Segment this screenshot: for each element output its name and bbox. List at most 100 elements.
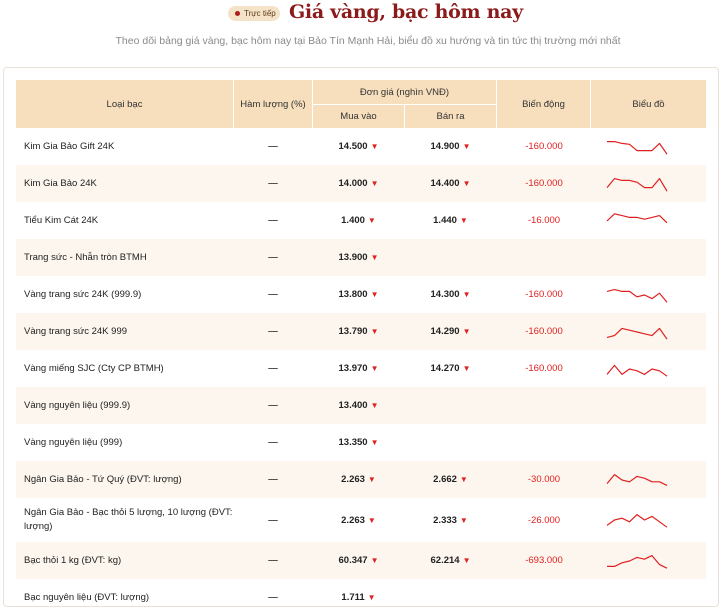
page-title: Giá vàng, bạc hôm nay <box>289 1 523 23</box>
cell-change: -30.000 <box>497 461 591 498</box>
live-label: Trực tiếp <box>244 9 276 18</box>
cell-change-text: -693.000 <box>525 555 563 566</box>
cell-sell-text: 62.214 <box>430 555 460 566</box>
cell-change: -160.000 <box>497 165 591 202</box>
cell-name-text: Vàng trang sức 24K 999 <box>24 325 128 337</box>
down-arrow-icon: ▼ <box>367 593 376 602</box>
cell-sparkline <box>605 461 677 498</box>
cell-purity-text: — <box>268 474 278 485</box>
cell-sparkline <box>605 579 677 616</box>
cell-purity-text: — <box>268 289 278 300</box>
table-row: Vàng nguyên liệu (999.9) — 13.400 ▼ <box>16 387 706 424</box>
cell-purity: — <box>234 165 312 202</box>
cell-purity-text: — <box>268 178 278 189</box>
table-row: Tiểu Kim Cát 24K —1.400 ▼ 1.440 ▼ -16.000 <box>16 202 706 239</box>
cell-buy: 13.350 ▼ <box>313 424 404 461</box>
cell-name: Tiểu Kim Cát 24K <box>24 202 234 239</box>
cell-name-text: Trang sức - Nhẫn tròn BTMH <box>24 251 147 263</box>
cell-sell: 2.333 ▼ <box>405 498 496 542</box>
cell-name-text: Bạc nguyên liệu (ĐVT: lượng) <box>24 591 150 603</box>
cell-purity-text: — <box>268 514 278 526</box>
cell-buy: 13.400 ▼ <box>313 387 404 424</box>
cell-sparkline <box>605 202 677 239</box>
cell-name: Kim Gia Bảo 24K <box>24 165 234 202</box>
sparkline-chart[interactable] <box>605 509 669 531</box>
cell-change <box>497 579 591 616</box>
table-row: Vàng nguyên liệu (999) — 13.350 ▼ <box>16 424 706 461</box>
cell-sparkline <box>605 165 677 202</box>
cell-sell-text: 2.662 <box>433 474 457 485</box>
down-arrow-icon: ▼ <box>462 142 471 151</box>
down-arrow-icon: ▼ <box>459 515 468 525</box>
cell-change <box>497 239 591 276</box>
cell-buy-text: 13.400 <box>338 400 368 411</box>
col-header-unit-price: Đơn giá (nghìn VNĐ) <box>313 80 497 104</box>
cell-sell: 14.270 ▼ <box>405 350 496 387</box>
cell-buy-text: 13.790 <box>338 326 368 337</box>
cell-sell-text: 14.900 <box>430 141 460 152</box>
cell-name-text: Vàng miếng SJC (Cty CP BTMH) <box>24 362 164 374</box>
sparkline-chart[interactable] <box>605 136 669 158</box>
table-row: Ngân Gia Bảo - Bạc thỏi 5 lượng, 10 lượn… <box>16 498 706 542</box>
cell-change-text: -26.000 <box>527 514 561 526</box>
cell-sell-text: 14.300 <box>430 289 460 300</box>
cell-change <box>497 387 591 424</box>
cell-change: -160.000 <box>497 276 591 313</box>
cell-purity-text: — <box>268 326 278 337</box>
down-arrow-icon: ▼ <box>462 364 471 373</box>
sparkline-chart[interactable] <box>605 469 669 491</box>
cell-name-text: Vàng nguyên liệu (999) <box>24 436 123 448</box>
cell-change: -16.000 <box>497 202 591 239</box>
cell-sparkline <box>605 498 677 542</box>
cell-purity-text: — <box>268 437 278 448</box>
cell-name-text: Vàng nguyên liệu (999.9) <box>24 399 131 411</box>
cell-buy: 13.900 ▼ <box>313 239 404 276</box>
sparkline-line <box>606 177 668 192</box>
page-header: Trực tiếp Giá vàng, bạc hôm nay Theo dõi… <box>0 0 720 60</box>
cell-purity: — <box>234 542 312 579</box>
cell-sparkline <box>605 387 677 424</box>
down-arrow-icon: ▼ <box>462 179 471 188</box>
cell-name-text: Kim Gia Bảo 24K <box>24 177 97 189</box>
cell-buy-text: 1.400 <box>341 215 365 226</box>
cell-sell <box>405 387 496 424</box>
cell-change-text: -160.000 <box>525 141 563 152</box>
sparkline-line <box>606 212 668 223</box>
down-arrow-icon: ▼ <box>370 556 379 565</box>
table-row: Vàng trang sức 24K 999—13.790 ▼ 14.290 ▼ -16… <box>16 313 706 350</box>
cell-sparkline <box>605 128 677 165</box>
col-header-buy: Mua vào <box>313 104 405 128</box>
down-arrow-icon: ▼ <box>370 253 379 262</box>
cell-purity: — <box>234 276 312 313</box>
cell-buy: 2.263 ▼ <box>313 498 404 542</box>
cell-name-text: Ngân Gia Bảo - Tứ Quý (ĐVT: lượng) <box>24 473 182 485</box>
live-badge[interactable]: Trực tiếp <box>228 6 280 21</box>
sparkline-chart[interactable] <box>605 358 669 380</box>
cell-buy: 13.970 ▼ <box>313 350 404 387</box>
sparkline-chart[interactable] <box>605 321 669 343</box>
cell-change-text: -160.000 <box>525 178 563 189</box>
cell-purity: — <box>234 128 312 165</box>
cell-buy-text: 2.263 <box>341 514 365 526</box>
cell-change: -160.000 <box>497 128 591 165</box>
cell-name: Vàng nguyên liệu (999) <box>24 424 234 461</box>
cell-buy-text: 14.000 <box>338 178 368 189</box>
sparkline-chart[interactable] <box>605 173 669 195</box>
cell-buy: 14.500 ▼ <box>313 128 404 165</box>
cell-sell: 2.662 ▼ <box>405 461 496 498</box>
cell-purity: — <box>234 202 312 239</box>
sparkline-line <box>606 288 668 303</box>
sparkline-chart[interactable] <box>605 210 669 232</box>
sparkline-line <box>606 327 668 340</box>
down-arrow-icon: ▼ <box>370 142 379 151</box>
col-header-chart: Biểu đồ <box>632 98 665 110</box>
cell-sell <box>405 424 496 461</box>
live-dot-icon <box>235 11 240 16</box>
cell-buy: 2.263 ▼ <box>313 461 404 498</box>
cell-purity-text: — <box>268 252 278 263</box>
sparkline-chart[interactable] <box>605 284 669 306</box>
sparkline-line <box>606 473 668 486</box>
sparkline-chart[interactable] <box>605 550 669 572</box>
down-arrow-icon: ▼ <box>370 401 379 410</box>
cell-name-text: Kim Gia Bảo Gift 24K <box>24 140 115 152</box>
